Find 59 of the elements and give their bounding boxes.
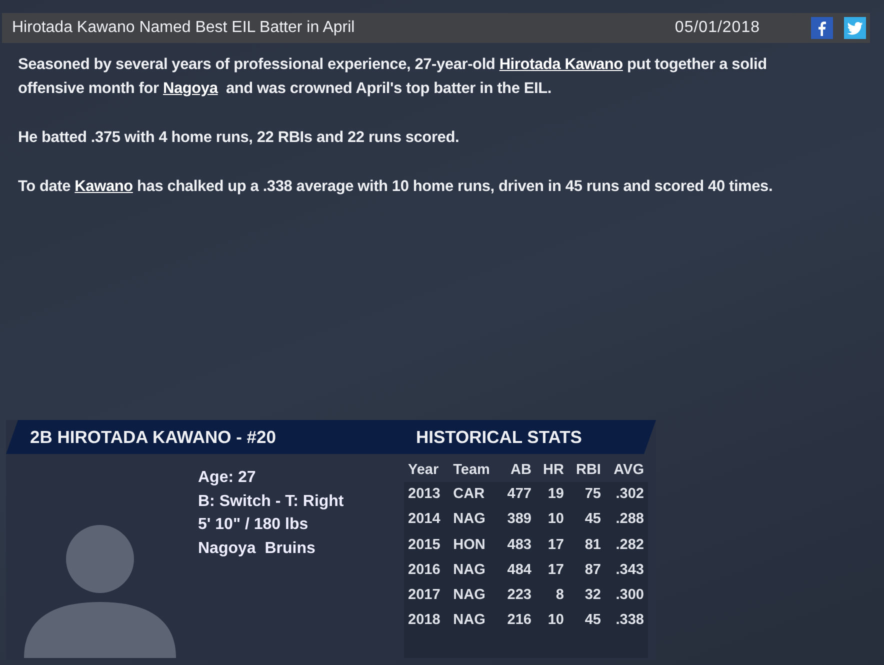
table-cell: 2017 [404,582,450,608]
table-cell: NAG [449,557,500,582]
table-cell: HON [449,532,500,558]
table-cell: 484 [499,557,536,582]
table-cell: 17 [536,532,568,558]
table-cell: 477 [499,482,536,507]
bird-icon [847,22,863,34]
player-info-text: Nagoya Bruins [198,538,316,558]
table-cell: NAG [449,582,500,608]
table-cell: CAR [449,482,500,507]
table-cell: 2015 [404,532,450,558]
table-cell: 75 [568,482,605,507]
table-cell: 2016 [404,557,450,582]
table-cell: NAG [449,608,500,633]
article-paragraph: To date Kawano has chalked up a .338 average with 10 home runs, driven in 45 runs and scored 40 times. [18,177,774,197]
table-cell: .343 [604,557,648,582]
facebook-button[interactable] [811,17,833,39]
table-cell: .288 [604,506,648,532]
table-cell: 87 [568,557,605,582]
table-cell: 2018 [404,608,450,633]
table-cell: 8 [536,582,568,608]
column-header: Year [407,460,440,480]
article-paragraph: He batted .375 with 4 home runs, 22 RBIs and 22 runs scored. [18,128,460,148]
news-date: 05/01/2018 [674,19,760,37]
column-header: RBI [574,460,602,480]
table-cell: 45 [568,506,605,532]
column-header: HR [542,460,565,480]
f-logo-icon [818,20,826,36]
table-cell: 2014 [404,506,450,532]
player-info-text: Age: 27 [198,468,257,488]
column-header: AB [510,460,532,480]
article-paragraph: Seasoned by several years of professional experience, 27-year-old Hirotada Kawano put together a solid offensive month for Nagoya and was crowned April's top batter in the EIL. [18,55,768,99]
table-cell: .282 [604,532,648,558]
column-header: Team [452,460,491,480]
table-cell: 81 [568,532,605,558]
news-headline: Hirotada Kawano Named Best EIL Batter in April [12,19,356,37]
player-info-text: 5' 10" / 180 lbs [198,515,310,535]
text-link[interactable]: Nagoya [162,80,218,97]
table-cell: 223 [499,582,536,608]
column-header: AVG [612,460,645,480]
table-cell: .302 [604,482,648,507]
table-cell: .300 [604,582,648,608]
table-cell: 10 [536,608,568,633]
table-cell: 483 [499,532,536,558]
table-cell: 2013 [404,482,450,507]
table-cell: 19 [536,482,568,507]
table-cell: NAG [449,506,500,532]
player-info-text: B: Switch - T: Right [198,492,345,512]
table-cell: 389 [499,506,536,532]
table-cell: .338 [604,608,648,633]
player-name-title: 2B HIROTADA KAWANO - #20 [29,426,277,448]
table-cell: 32 [568,582,605,608]
table-cell: 45 [568,608,605,633]
stats-title: HISTORICAL STATS [416,426,582,448]
table-cell: 216 [499,608,536,633]
table-cell: 10 [536,506,568,532]
table-cell: 17 [536,557,568,582]
text-link[interactable]: Hirotada Kawano [499,56,623,73]
text-link[interactable]: Kawano [74,178,133,195]
